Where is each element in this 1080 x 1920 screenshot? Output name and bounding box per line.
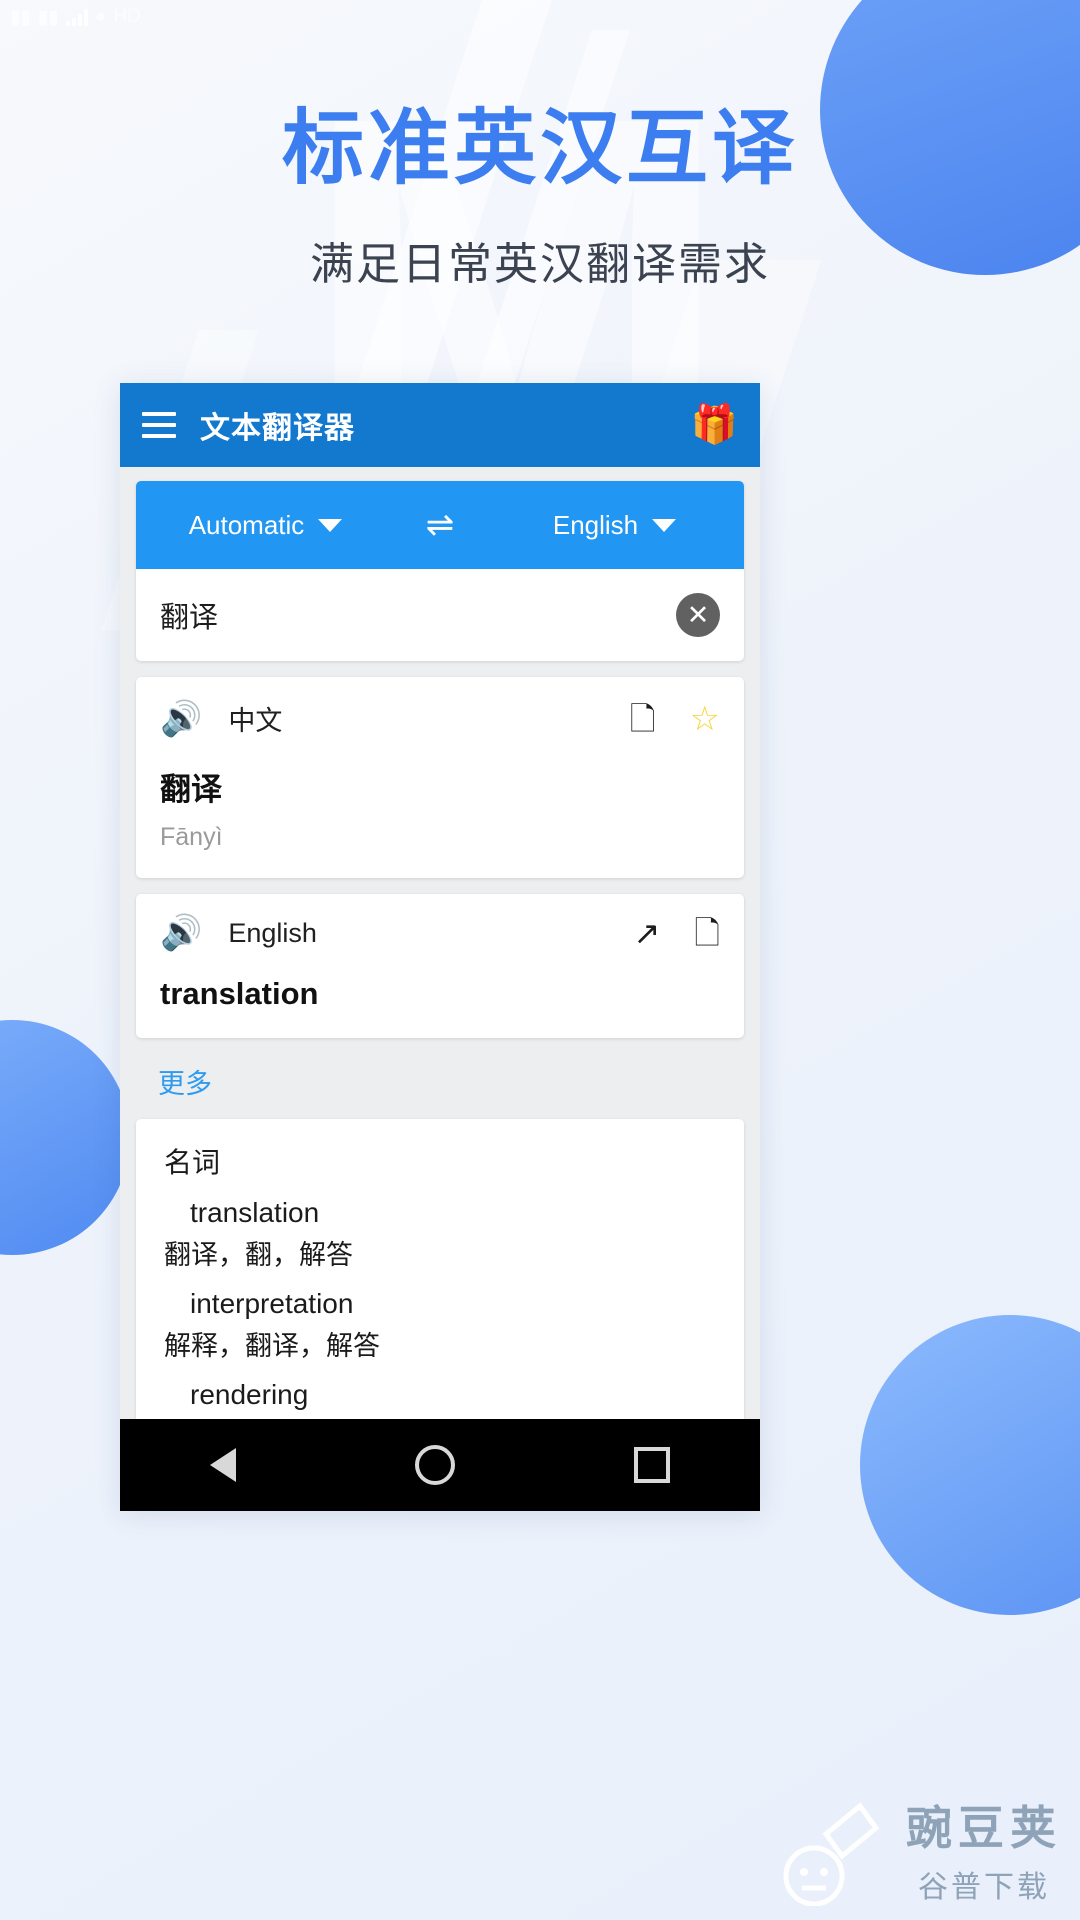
swap-languages-icon[interactable]: ⇌: [395, 508, 485, 542]
clear-input-button[interactable]: ✕: [676, 593, 720, 637]
result-actions: ↗ 🗋: [633, 917, 720, 949]
result-language-label: 中文: [228, 706, 283, 736]
watermark: 豌豆荚 谷普下载: [772, 1798, 1062, 1906]
target-language-selector[interactable]: English: [485, 510, 744, 541]
promo-heading-block: 标准英汉互译 满足日常英汉翻译需求: [0, 108, 1080, 292]
target-language-label: English: [552, 509, 639, 540]
result-header: 🔊 中文 🗋 ☆: [160, 699, 720, 738]
home-button-icon[interactable]: [414, 1445, 455, 1485]
dictionary-entry-word: translation: [190, 1197, 320, 1228]
result-card-target: 🔊 English ↗ 🗋 translation: [136, 894, 744, 1038]
source-language-label: Automatic: [188, 509, 305, 540]
watermark-brand: 豌豆荚: [906, 1802, 1062, 1855]
source-language-selector[interactable]: Automatic: [136, 510, 395, 541]
star-icon[interactable]: ☆: [690, 702, 720, 736]
dictionary-entry-word: rendering: [190, 1379, 309, 1410]
translation-input-row[interactable]: 翻译 ✕: [136, 569, 744, 661]
language-bar: Automatic ⇌ English: [136, 481, 744, 569]
app-bar: 文本翻译器 🎁: [120, 383, 760, 467]
status-bar: ▮▮ ▮▮ ● HD: [0, 0, 1080, 34]
result-header: 🔊 English ↗ 🗋: [160, 916, 720, 950]
result-word: 翻译: [160, 772, 222, 807]
open-external-icon[interactable]: ↗: [633, 917, 660, 949]
watermark-subtitle: 谷普下载: [918, 1871, 1050, 1904]
android-navigation-bar: [120, 1419, 760, 1511]
hd-icon: HD: [113, 6, 141, 27]
more-link[interactable]: 更多: [158, 1062, 760, 1101]
app-title: 文本翻译器: [200, 412, 355, 445]
watermark-text: 豌豆荚 谷普下载: [906, 1803, 1062, 1906]
wifi-icon: ●: [94, 6, 107, 27]
recents-button-icon[interactable]: [634, 1447, 671, 1483]
translate-card: Automatic ⇌ English 翻译 ✕: [136, 481, 744, 661]
copy-icon[interactable]: 🗋: [694, 917, 720, 949]
signal-icon-2: ▮▮: [37, 6, 59, 28]
hamburger-icon[interactable]: [142, 412, 176, 438]
promo-subtitle: 满足日常英汉翻译需求: [310, 240, 770, 289]
chevron-down-icon: [652, 518, 677, 532]
promo-title: 标准英汉互译: [281, 103, 798, 194]
background-circle-bottom-right: [860, 1315, 1080, 1615]
dictionary-entry: translation 翻译，翻，解答: [164, 1197, 716, 1272]
back-button-icon[interactable]: [209, 1448, 236, 1482]
part-of-speech-label: 名词: [164, 1147, 221, 1178]
background-circle-left: [0, 1020, 130, 1255]
copy-icon[interactable]: 🗋: [630, 703, 656, 735]
result-actions: 🗋 ☆: [630, 702, 720, 736]
dictionary-entry-definition: 翻译，翻，解答: [164, 1240, 353, 1270]
gift-icon[interactable]: 🎁: [691, 406, 738, 444]
speaker-icon[interactable]: 🔊: [160, 702, 202, 736]
speaker-icon[interactable]: 🔊: [160, 916, 202, 950]
dictionary-entry-definition: 解释，翻译，解答: [164, 1331, 380, 1361]
cellular-bars-icon: [65, 8, 88, 26]
wandoujia-logo-icon: [783, 1802, 880, 1906]
chevron-down-icon: [318, 518, 343, 532]
result-card-source: 🔊 中文 🗋 ☆ 翻译 Fānyì: [136, 677, 744, 878]
result-language-label: English: [228, 917, 317, 948]
result-pinyin: Fānyì: [160, 823, 223, 851]
result-word: translation: [160, 976, 319, 1011]
dictionary-entry-word: interpretation: [190, 1288, 354, 1319]
signal-icon: ▮▮: [10, 6, 31, 28]
dictionary-entry: interpretation 解释，翻译，解答: [164, 1288, 716, 1363]
translation-input[interactable]: 翻译: [160, 594, 676, 636]
app-screenshot: 文本翻译器 🎁 Automatic ⇌ English 翻译 ✕ 🔊 中文 🗋: [120, 383, 760, 1511]
